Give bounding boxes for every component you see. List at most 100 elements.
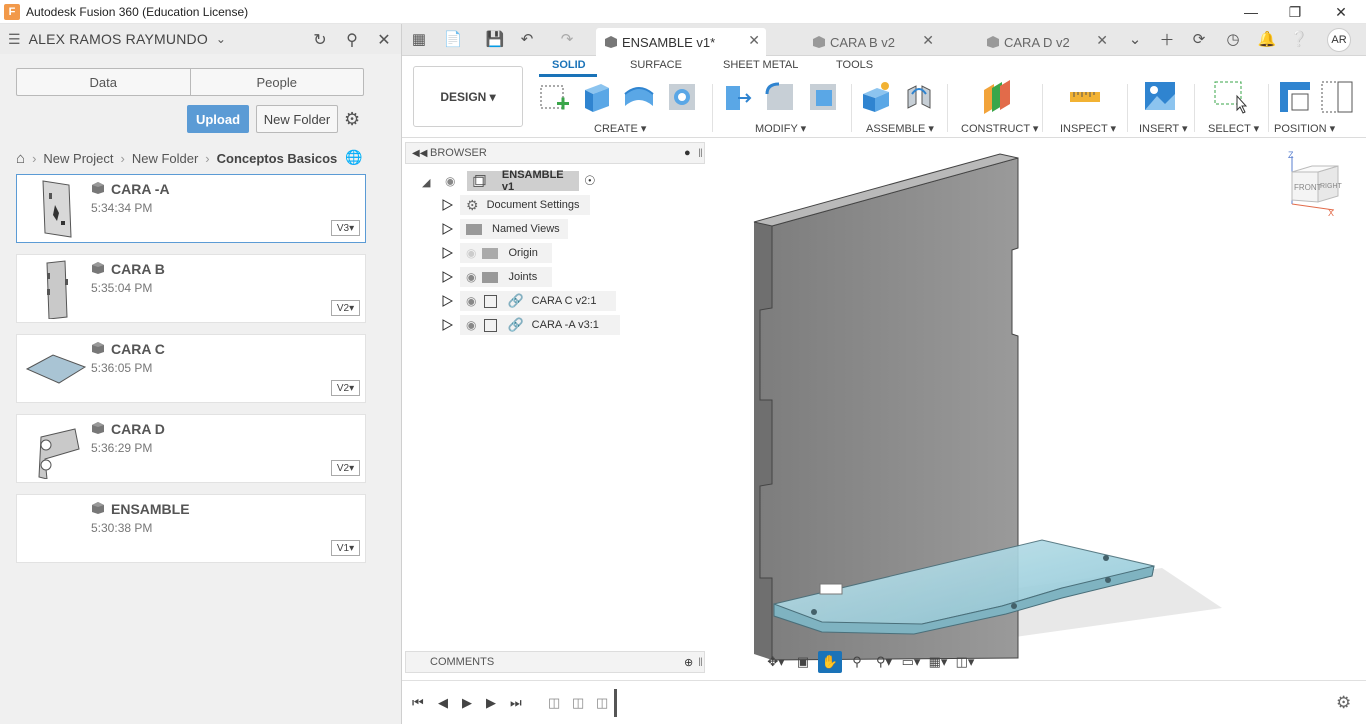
tab-tools[interactable]: TOOLS: [836, 59, 873, 71]
tree-item-cara-a[interactable]: ◉ 🔗 CARA -A v3:1: [460, 315, 620, 335]
close-tab-icon[interactable]: ✕: [1096, 32, 1108, 49]
minimize-button[interactable]: —: [1228, 0, 1274, 24]
search-icon[interactable]: ⚲: [342, 30, 362, 50]
tab-ensamble[interactable]: ENSAMBLE v1* ✕: [596, 28, 766, 56]
tree-item-named-views[interactable]: Named Views: [460, 219, 568, 239]
minus-circle-icon[interactable]: ●: [684, 147, 691, 159]
version-dropdown[interactable]: V1 ▾: [331, 540, 360, 556]
go-to-start-icon[interactable]: ⏮: [412, 695, 424, 711]
tab-cara-d[interactable]: CARA D v2 ✕: [978, 28, 1114, 56]
close-tab-icon[interactable]: ✕: [922, 32, 934, 49]
create-menu[interactable]: CREATE ▾: [594, 122, 646, 135]
revolve-icon[interactable]: [622, 80, 656, 114]
file-card[interactable]: CARA C 5:36:05 PM V2 ▾: [16, 334, 366, 403]
version-dropdown[interactable]: V2 ▾: [331, 380, 360, 396]
collapse-arrow-icon[interactable]: ◢: [422, 176, 430, 189]
insert-menu[interactable]: INSERT ▾: [1139, 122, 1188, 135]
version-dropdown[interactable]: V2 ▾: [331, 300, 360, 316]
redo-icon[interactable]: ↷: [556, 28, 578, 50]
collapse-panel-icon[interactable]: ◀◀: [412, 148, 427, 159]
pin-icon[interactable]: ‖: [698, 655, 703, 669]
eye-icon[interactable]: ◉: [466, 294, 476, 308]
tab-cara-b[interactable]: CARA B v2 ✕: [804, 28, 940, 56]
play-icon[interactable]: ▶: [462, 695, 472, 711]
file-card[interactable]: CARA D 5:36:29 PM V2 ▾: [16, 414, 366, 483]
fillet-icon[interactable]: [763, 80, 797, 114]
step-forward-icon[interactable]: ▶: [486, 695, 496, 711]
hole-icon[interactable]: [665, 80, 699, 114]
avatar[interactable]: AR: [1327, 28, 1351, 52]
zoom-icon[interactable]: ⚲: [845, 651, 869, 673]
user-name[interactable]: ALEX RAMOS RAYMUNDO: [29, 31, 208, 47]
maximize-button[interactable]: ❐: [1272, 0, 1318, 24]
eye-icon[interactable]: ◉: [466, 270, 476, 284]
tree-item-origin[interactable]: ◉ Origin: [460, 243, 552, 263]
assemble-menu[interactable]: ASSEMBLE ▾: [866, 122, 934, 135]
home-icon[interactable]: ⌂: [16, 150, 25, 167]
pin-icon[interactable]: ‖: [698, 146, 703, 160]
pan-icon[interactable]: ✋: [818, 651, 842, 673]
chevron-down-icon[interactable]: ⌄: [216, 32, 226, 46]
expand-arrow-icon[interactable]: [441, 319, 454, 331]
capture-position-icon[interactable]: [1320, 80, 1354, 114]
file-card[interactable]: CARA -A 5:34:34 PM V3 ▾: [16, 174, 366, 243]
save-icon[interactable]: 💾: [484, 28, 506, 50]
go-to-end-icon[interactable]: ⏭: [510, 695, 522, 711]
add-comment-icon[interactable]: ⊕: [684, 656, 693, 669]
joint-marker[interactable]: [819, 583, 843, 595]
refresh-icon[interactable]: ↻: [310, 30, 330, 50]
press-pull-icon[interactable]: [720, 80, 754, 114]
browser-panel-header[interactable]: ◀◀ BROWSER ● ‖: [405, 142, 705, 164]
upload-button[interactable]: Upload: [187, 105, 249, 133]
select-menu[interactable]: SELECT ▾: [1208, 122, 1259, 135]
gear-icon[interactable]: ⚙: [344, 109, 360, 130]
file-card[interactable]: CARA B 5:35:04 PM V2 ▾: [16, 254, 366, 323]
construct-menu[interactable]: CONSTRUCT ▾: [961, 122, 1038, 135]
close-tab-icon[interactable]: ✕: [748, 32, 760, 49]
joint-icon[interactable]: [902, 80, 936, 114]
grid-icon[interactable]: ▦▾: [926, 651, 950, 673]
new-component-icon[interactable]: [859, 80, 893, 114]
workspace-switcher[interactable]: DESIGN ▾: [413, 66, 523, 127]
viewcube[interactable]: Z X FRONT RIGHT: [1284, 148, 1344, 220]
undo-icon[interactable]: ↶: [516, 28, 538, 50]
new-folder-button[interactable]: New Folder: [256, 105, 338, 133]
help-icon[interactable]: ❔: [1288, 28, 1310, 50]
radio-active-icon[interactable]: ☉: [584, 173, 596, 189]
tree-root-node[interactable]: ENSAMBLE v1: [467, 169, 579, 193]
fit-icon[interactable]: ⚲▾: [872, 651, 896, 673]
globe-icon[interactable]: 🌐: [345, 149, 362, 166]
tab-sheet-metal[interactable]: SHEET METAL: [723, 59, 798, 71]
tab-surface[interactable]: SURFACE: [630, 59, 682, 71]
tree-item-cara-c[interactable]: ◉ 🔗 CARA C v2:1: [460, 291, 616, 311]
modify-menu[interactable]: MODIFY ▾: [755, 122, 806, 135]
sync-icon[interactable]: ⟳: [1188, 28, 1210, 50]
look-at-icon[interactable]: ▣: [791, 651, 815, 673]
insert-image-icon[interactable]: [1143, 80, 1177, 114]
job-status-icon[interactable]: ◷: [1222, 28, 1244, 50]
breadcrumb-item[interactable]: New Project: [43, 151, 113, 166]
expand-arrow-icon[interactable]: [441, 295, 454, 307]
notifications-icon[interactable]: 🔔: [1256, 28, 1278, 50]
tab-data[interactable]: Data: [17, 69, 190, 95]
eye-hidden-icon[interactable]: ◉: [466, 246, 476, 260]
measure-icon[interactable]: [1068, 80, 1102, 114]
expand-arrow-icon[interactable]: [441, 271, 454, 283]
file-card[interactable]: ENSAMBLE 5:30:38 PM V1 ▾: [16, 494, 366, 563]
create-sketch-icon[interactable]: [537, 80, 571, 114]
comments-panel-header[interactable]: COMMENTS ⊕ ‖: [405, 651, 705, 673]
expand-arrow-icon[interactable]: [441, 247, 454, 259]
close-icon[interactable]: ✕: [374, 30, 394, 50]
position-menu[interactable]: POSITION ▾: [1274, 122, 1335, 135]
tree-item-joints[interactable]: ◉ Joints: [460, 267, 552, 287]
tree-root-row[interactable]: ◢: [422, 172, 430, 192]
new-tab-icon[interactable]: ＋: [1156, 28, 1178, 50]
timeline-component-feature-icon[interactable]: ◫: [572, 695, 584, 711]
version-dropdown[interactable]: V2 ▾: [331, 460, 360, 476]
timeline-marker[interactable]: [614, 689, 617, 717]
expand-arrow-icon[interactable]: [441, 199, 454, 211]
settings-gear-icon[interactable]: ⚙: [1336, 693, 1351, 713]
step-back-icon[interactable]: ◀: [438, 695, 448, 711]
file-menu-icon[interactable]: 📄: [442, 28, 464, 50]
tab-overflow-icon[interactable]: ⌄: [1124, 28, 1146, 50]
